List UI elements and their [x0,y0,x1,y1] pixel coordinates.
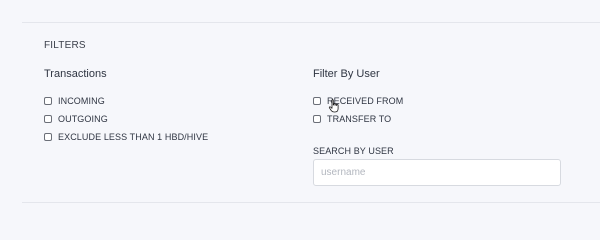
outgoing-option[interactable]: OUTGOING [44,114,108,124]
received-from-label: RECEIVED FROM [327,96,404,106]
incoming-label: INCOMING [58,96,105,106]
outgoing-label: OUTGOING [58,114,108,124]
exclude-small-label: EXCLUDE LESS THAN 1 HBD/HIVE [58,132,209,142]
transfer-to-option[interactable]: TRANSFER TO [313,114,391,124]
top-divider [22,22,600,23]
transfer-to-checkbox[interactable] [313,115,321,123]
exclude-small-option[interactable]: EXCLUDE LESS THAN 1 HBD/HIVE [44,132,208,142]
transactions-heading: Transactions [44,68,107,80]
received-from-option[interactable]: RECEIVED FROM [313,96,403,106]
incoming-option[interactable]: INCOMING [44,96,105,106]
filters-heading: FILTERS [44,40,86,51]
search-by-user-input[interactable] [313,159,561,186]
exclude-small-checkbox[interactable] [44,133,52,141]
bottom-divider [22,202,600,203]
incoming-checkbox[interactable] [44,97,52,105]
outgoing-checkbox[interactable] [44,115,52,123]
search-by-user-label: SEARCH BY USER [313,146,394,156]
received-from-checkbox[interactable] [313,97,321,105]
transfer-to-label: TRANSFER TO [327,114,392,124]
filter-by-user-heading: Filter By User [313,68,380,80]
